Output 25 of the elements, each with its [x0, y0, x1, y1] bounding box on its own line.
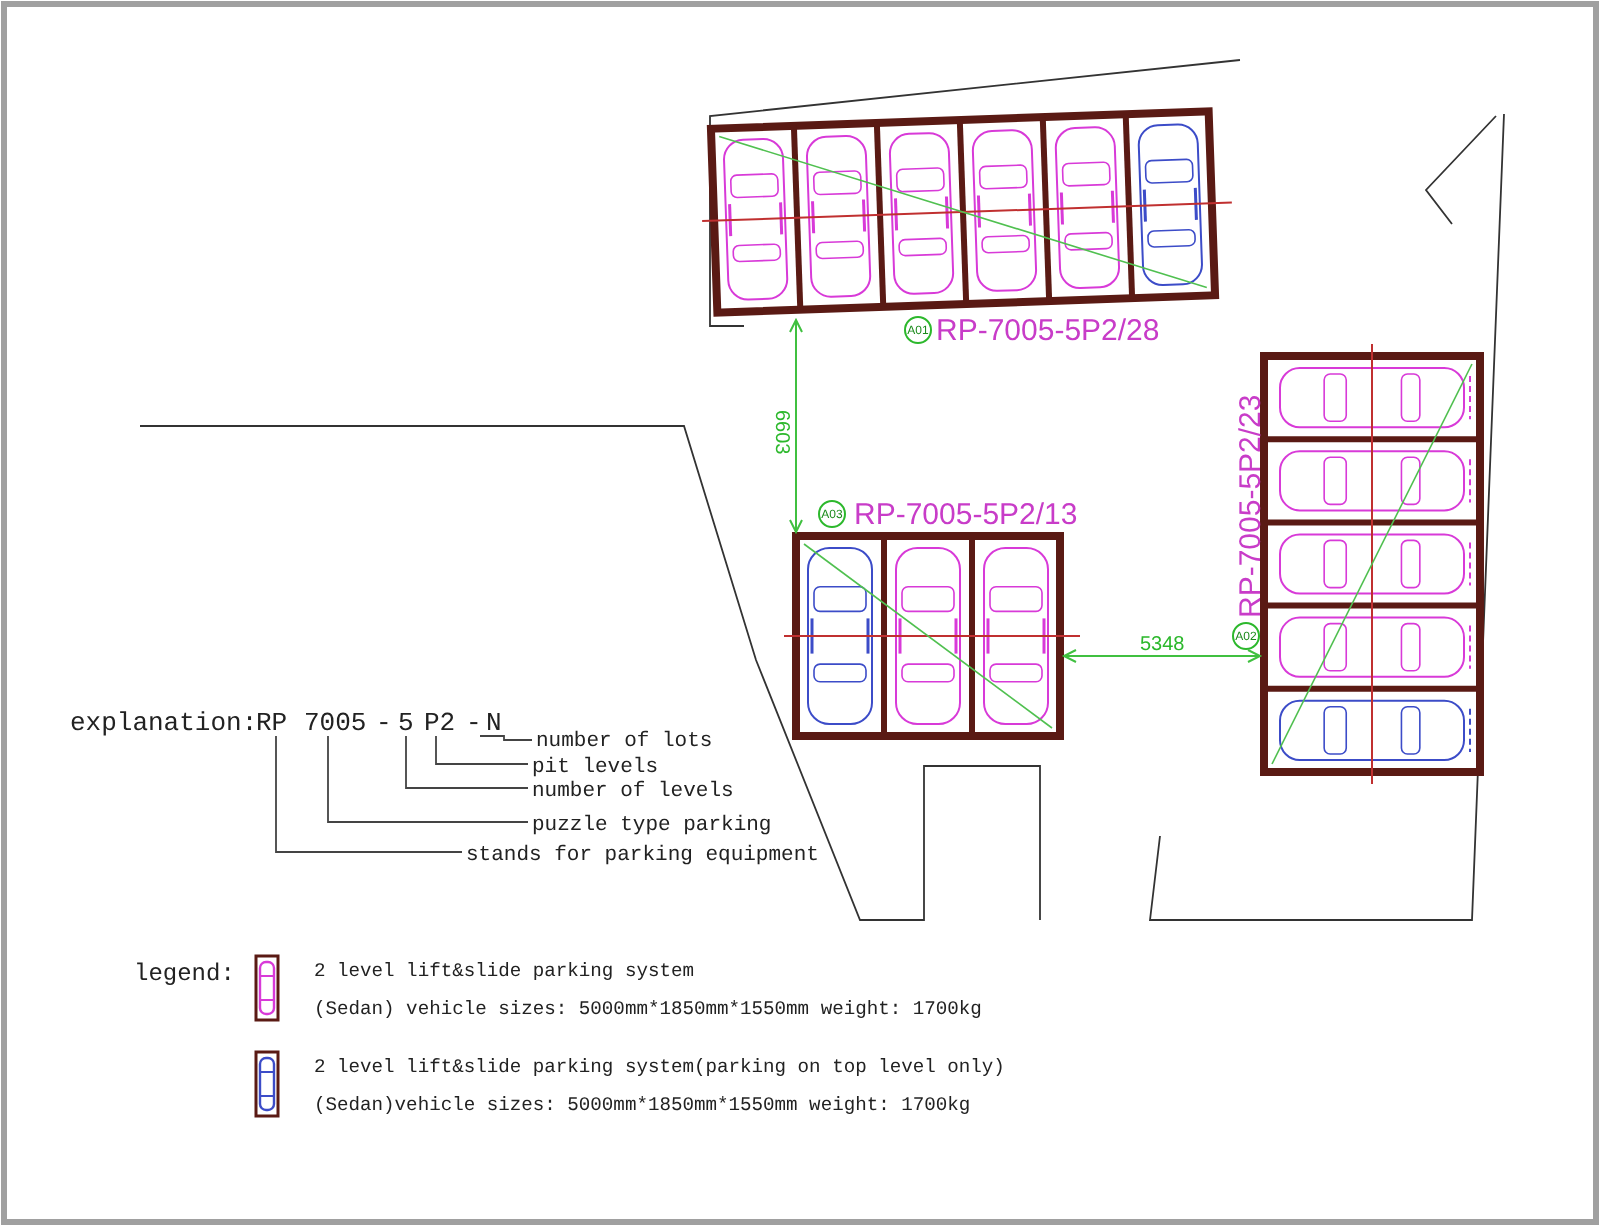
legend-text: 2 level lift&slide parking system [314, 960, 694, 982]
code-note: number of levels [532, 780, 734, 804]
lot-label: RP-7005-5P2/13 [854, 498, 1078, 532]
code-note: puzzle type parking [532, 814, 772, 838]
lot-label: RP-7005-5P2/23 [1234, 394, 1268, 618]
code-part: 7005 [304, 708, 367, 738]
lot-label: RP-7005-5P2/28 [936, 314, 1160, 348]
code-note: pit levels [532, 756, 659, 780]
car-legend-icon [254, 954, 280, 1022]
code-part: N [486, 708, 502, 738]
legend-title: legend: [134, 960, 235, 988]
code-note: stands for parking equipment [466, 844, 819, 868]
legend-text: (Sedan) vehicle sizes: 5000mm*1850mm*1550mm weight: 1700kg [314, 998, 982, 1020]
code-note: number of lots [536, 730, 713, 754]
code-part: P2 [424, 708, 456, 738]
code-part: - [376, 708, 392, 738]
dimension-label: 5348 [1140, 634, 1185, 656]
code-part: - [466, 708, 482, 738]
legend-text: 2 level lift&slide parking system(parking on top level only) [314, 1056, 1005, 1078]
code-part: 5 [398, 708, 414, 738]
code-part: RP [256, 708, 288, 738]
explanation-label: explanation: [70, 708, 258, 738]
car-legend-icon [254, 1050, 280, 1118]
legend-text: (Sedan)vehicle sizes: 5000mm*1850mm*1550mm weight: 1700kg [314, 1094, 971, 1116]
dimension-label: 6603 [770, 410, 792, 455]
